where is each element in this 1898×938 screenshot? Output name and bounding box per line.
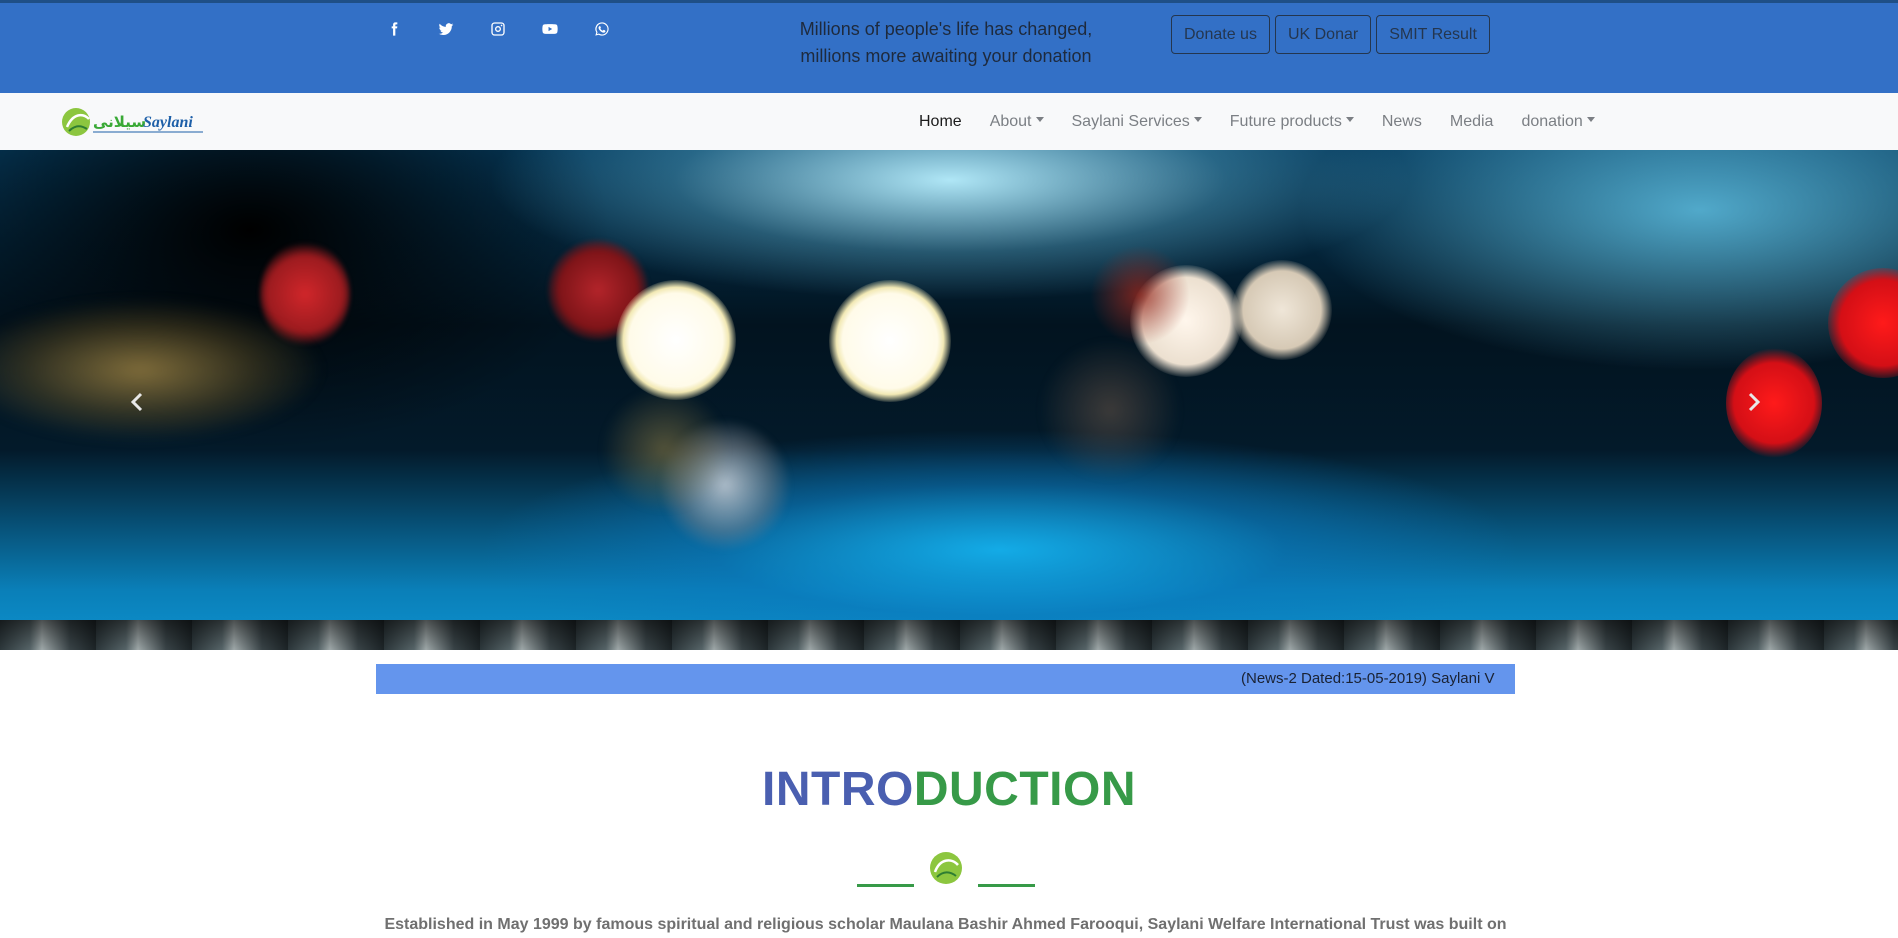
tagline-line-1: Millions of people's life has changed, <box>799 19 1093 39</box>
intro-title-part-2: DUCTION <box>913 763 1136 816</box>
nav-item-news[interactable]: News <box>1368 113 1436 131</box>
top-bar: Millions of people's life has changed, m… <box>0 0 1898 93</box>
main-navbar: سیلانی Saylani Home About Saylani Servic… <box>0 93 1898 150</box>
top-buttons: Donate us UK Donar SMIT Result <box>1171 15 1490 54</box>
nav-item-media[interactable]: Media <box>1436 113 1508 131</box>
nav-item-label: Media <box>1449 112 1494 130</box>
whatsapp-icon[interactable] <box>594 18 646 40</box>
nav-item-label: donation <box>1521 112 1583 130</box>
youtube-icon[interactable] <box>542 18 594 40</box>
nav-links: Home About Saylani Services Future produ… <box>905 93 1609 150</box>
nav-item-about[interactable]: About <box>976 113 1058 131</box>
nav-item-home[interactable]: Home <box>905 113 976 131</box>
tagline-line-2: millions more awaiting your donation <box>800 46 1092 66</box>
hero-wood-planks <box>0 620 1898 650</box>
facebook-icon[interactable] <box>386 18 438 40</box>
hero-carousel <box>0 150 1898 650</box>
chevron-left-icon[interactable] <box>127 390 147 414</box>
nav-item-label: Saylani Services <box>1071 112 1190 130</box>
donation-tagline: Millions of people's life has changed, m… <box>770 16 1122 70</box>
logo-brand-text: Saylani <box>143 114 193 131</box>
news-ticker[interactable]: (News-2 Dated:15-05-2019) Saylani V <box>376 664 1515 694</box>
ticker-text: (News-2 Dated:15-05-2019) Saylani V <box>1241 670 1495 687</box>
donate-us-button[interactable]: Donate us <box>1171 15 1270 54</box>
instagram-icon[interactable] <box>490 18 542 40</box>
uk-donar-button[interactable]: UK Donar <box>1274 15 1372 54</box>
social-links <box>386 18 646 40</box>
logo-urdu-text: سیلانی <box>93 113 146 131</box>
nav-item-label: Future products <box>1229 112 1342 130</box>
saylani-emblem-icon <box>930 852 962 884</box>
intro-title-part-1: INTRO <box>762 763 914 816</box>
smit-result-button[interactable]: SMIT Result <box>1376 15 1490 54</box>
nav-item-future-products[interactable]: Future products <box>1216 113 1368 131</box>
section-divider <box>857 850 1035 890</box>
caret-down-icon <box>1035 117 1044 122</box>
nav-item-label: Home <box>919 112 962 130</box>
caret-down-icon <box>1345 117 1354 122</box>
divider-line-right <box>978 884 1035 887</box>
twitter-icon[interactable] <box>438 18 490 40</box>
nav-item-saylani-services[interactable]: Saylani Services <box>1058 113 1216 131</box>
saylani-logo[interactable]: سیلانی Saylani <box>61 103 206 141</box>
nav-item-label: About <box>989 112 1032 130</box>
intro-paragraph: Established in May 1999 by famous spirit… <box>384 916 1507 933</box>
nav-item-donation[interactable]: donation <box>1507 113 1608 131</box>
introduction-heading: INTRODUCTION <box>0 762 1898 818</box>
divider-line-left <box>857 884 914 887</box>
chevron-right-icon[interactable] <box>1744 390 1764 414</box>
nav-item-label: News <box>1381 112 1422 130</box>
caret-down-icon <box>1586 117 1595 122</box>
caret-down-icon <box>1193 117 1202 122</box>
